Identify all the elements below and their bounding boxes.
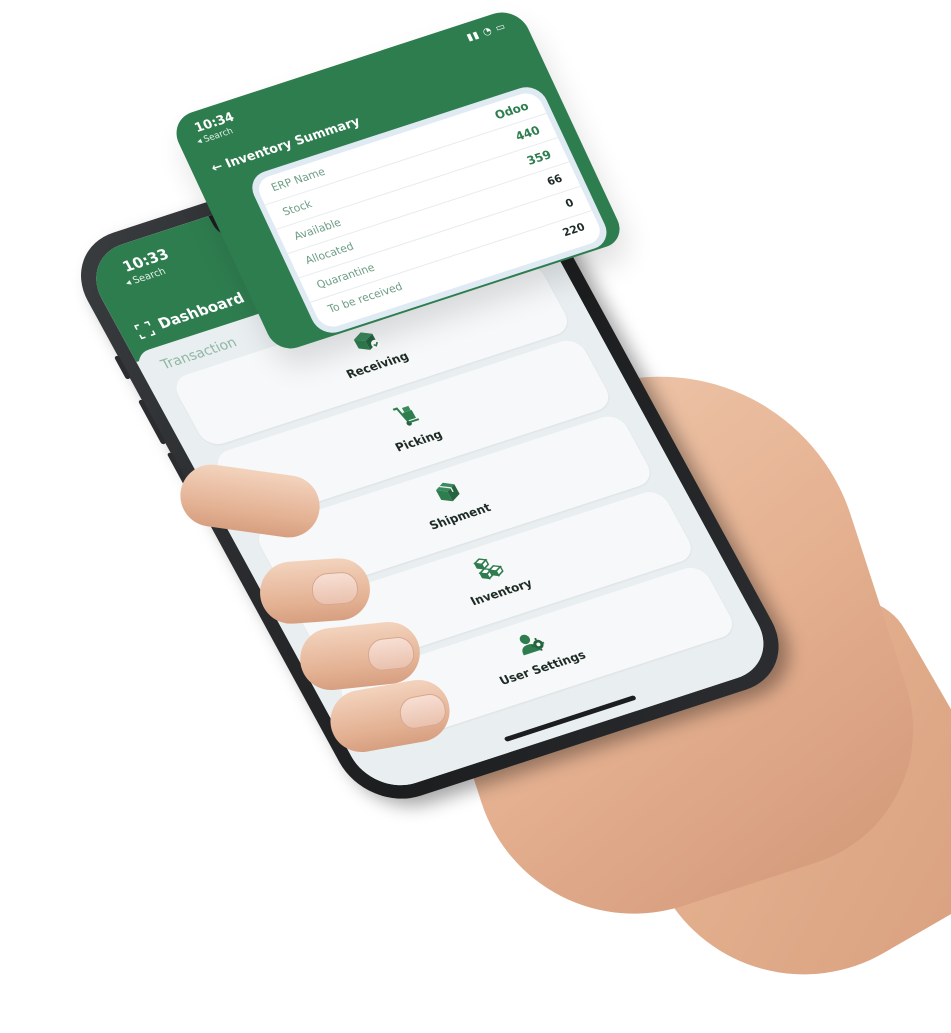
stacked-boxes-icon xyxy=(473,558,504,580)
fingernail xyxy=(397,691,449,732)
row-value: 220 xyxy=(560,220,588,240)
wifi-icon: ◔ xyxy=(480,25,495,39)
scene: 10:33 ◂ Search Dashboard Transaction Rec… xyxy=(0,0,951,1033)
row-value: 359 xyxy=(524,147,554,168)
row-value: 440 xyxy=(513,123,543,144)
menu-grid-icon[interactable] xyxy=(133,320,156,340)
row-value: 66 xyxy=(544,171,565,189)
row-value: 0 xyxy=(563,196,576,211)
row-label: Stock xyxy=(280,197,315,219)
middle-finger xyxy=(257,556,373,626)
back-arrow-icon[interactable]: ← xyxy=(209,159,225,176)
row-value: Odoo xyxy=(492,99,531,123)
battery-icon: ▭ xyxy=(493,21,509,35)
hand-truck-icon xyxy=(392,405,420,426)
fingernail xyxy=(310,571,359,607)
fingernail xyxy=(366,635,416,673)
user-gear-icon xyxy=(519,634,546,656)
box-icon xyxy=(435,482,460,502)
signal-icon: ▮▮ xyxy=(465,29,482,44)
status-icons: ▮▮ ◔ ▭ xyxy=(465,21,508,43)
mute-switch xyxy=(113,355,131,380)
